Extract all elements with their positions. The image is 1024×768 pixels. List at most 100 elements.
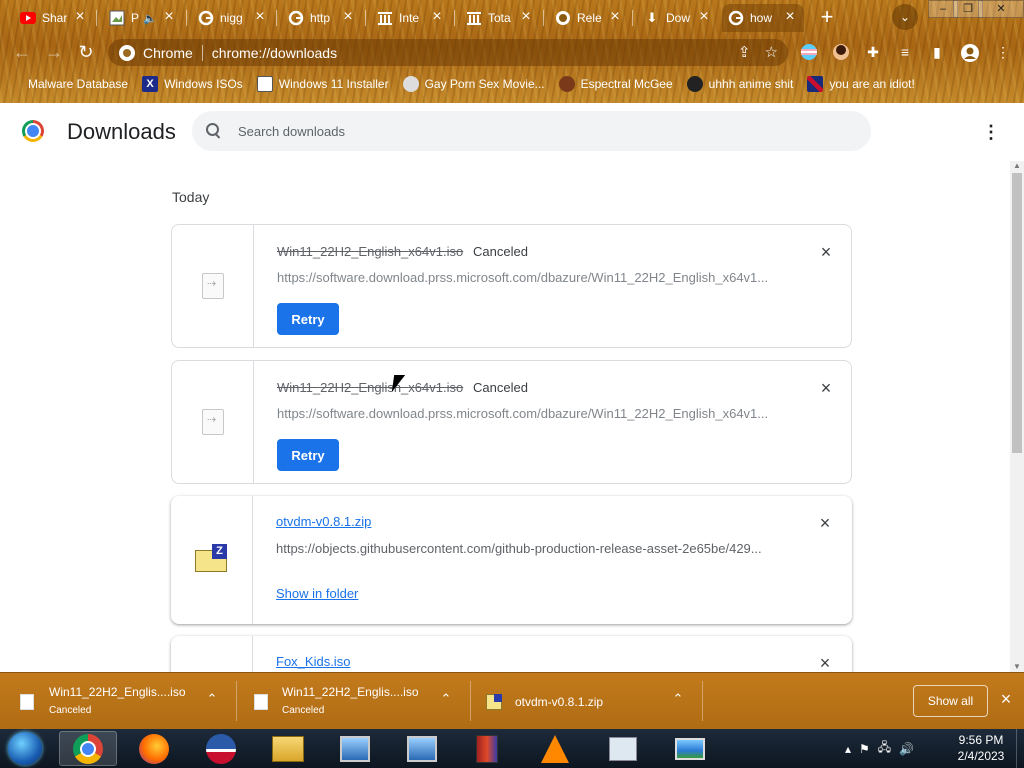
firefox-icon[interactable] bbox=[125, 731, 183, 766]
close-tab-icon[interactable]: × bbox=[72, 9, 88, 25]
remove-download-icon[interactable]: × bbox=[818, 379, 834, 397]
bookmark-espectral-mcgee[interactable]: Espectral McGee bbox=[558, 76, 673, 92]
scrollbar-thumb[interactable] bbox=[1012, 173, 1022, 453]
shelf-item[interactable]: Win11_22H2_Englis....iso Canceled ⌃ bbox=[20, 673, 230, 730]
remove-download-icon[interactable]: × bbox=[818, 243, 834, 261]
shelf-item[interactable]: Win11_22H2_Englis....iso Canceled ⌃ bbox=[254, 673, 464, 730]
close-tab-icon[interactable]: × bbox=[518, 9, 534, 25]
chevron-up-icon[interactable]: ⌃ bbox=[670, 691, 686, 707]
reload-icon[interactable]: ↻ bbox=[74, 40, 98, 64]
extensions-puzzle-icon[interactable]: ✚ bbox=[864, 43, 882, 61]
close-tab-icon[interactable]: × bbox=[607, 9, 623, 25]
side-panel-icon[interactable]: ▮ bbox=[928, 43, 946, 61]
scroll-up-arrow-icon[interactable]: ▲ bbox=[1010, 161, 1024, 171]
profile-avatar-icon[interactable] bbox=[960, 43, 979, 62]
bookmark-anime[interactable]: uhhh anime shit bbox=[686, 76, 793, 92]
tab-search-button[interactable]: ⌄ bbox=[892, 4, 918, 30]
bookmark-windows-11-installer[interactable]: Windows 11 Installer bbox=[256, 76, 389, 92]
tab-3[interactable]: nigg × bbox=[192, 4, 274, 32]
close-tab-icon[interactable]: × bbox=[161, 9, 177, 25]
scroll-down-arrow-icon[interactable]: ▼ bbox=[1010, 662, 1024, 672]
obama-icon[interactable] bbox=[192, 731, 250, 766]
tab-7[interactable]: Rele × bbox=[549, 4, 629, 32]
share-icon[interactable]: ⇪ bbox=[738, 43, 751, 61]
bookmark-malware-database[interactable]: Malware Database bbox=[16, 76, 128, 92]
show-hidden-icons-icon[interactable]: ▴ bbox=[845, 742, 851, 756]
network-computer-icon[interactable] bbox=[326, 731, 384, 766]
download-filename-link[interactable]: otvdm-v0.8.1.zip bbox=[276, 514, 371, 529]
back-arrow-icon[interactable]: ← bbox=[10, 40, 34, 64]
download-url[interactable]: https://objects.githubusercontent.com/gi… bbox=[276, 541, 776, 556]
shelf-item-name: otvdm-v0.8.1.zip bbox=[515, 695, 604, 709]
tab-5[interactable]: Inte × bbox=[371, 4, 451, 32]
network-computer-icon[interactable] bbox=[393, 731, 451, 766]
download-status: Canceled bbox=[473, 380, 528, 395]
download-filename[interactable]: Win11_22H2_English_x64v1.iso bbox=[277, 244, 463, 259]
retry-button[interactable]: Retry bbox=[277, 303, 339, 335]
more-actions-kebab-icon[interactable]: ⋮ bbox=[982, 120, 1000, 144]
close-tab-icon[interactable]: × bbox=[340, 9, 356, 25]
winrar-icon[interactable] bbox=[458, 731, 516, 766]
tab-1[interactable]: Shar × bbox=[14, 4, 94, 32]
start-button[interactable] bbox=[8, 732, 42, 765]
speaker-icon[interactable]: 🔈 bbox=[143, 12, 157, 25]
omnibox-divider bbox=[201, 44, 203, 61]
new-tab-button[interactable]: + bbox=[814, 5, 840, 31]
retry-button[interactable]: Retry bbox=[277, 439, 339, 471]
search-input[interactable] bbox=[238, 123, 838, 139]
chevron-up-icon[interactable]: ⌃ bbox=[438, 691, 454, 707]
scrollbar[interactable]: ▲ ▼ bbox=[1010, 161, 1024, 672]
close-tab-icon[interactable]: × bbox=[782, 9, 798, 25]
tab-4[interactable]: http × bbox=[282, 4, 362, 32]
taskbar-clock[interactable]: 9:56 PM 2/4/2023 bbox=[948, 732, 1014, 764]
bookmark-label: Espectral McGee bbox=[580, 77, 673, 91]
close-window-button[interactable]: ✕ bbox=[978, 0, 1024, 18]
show-all-button[interactable]: Show all bbox=[913, 685, 988, 717]
file-explorer-icon[interactable] bbox=[259, 731, 317, 766]
tab-title: Rele bbox=[577, 11, 602, 25]
network-icon[interactable]: 🖧 bbox=[878, 738, 891, 759]
task-manager-icon[interactable] bbox=[594, 731, 652, 766]
bookmark-windows-isos[interactable]: X Windows ISOs bbox=[142, 76, 243, 92]
extension-avatar-icon[interactable] bbox=[832, 43, 850, 61]
download-url[interactable]: https://software.download.prss.microsoft… bbox=[277, 406, 777, 421]
forward-arrow-icon[interactable]: → bbox=[42, 40, 66, 64]
shelf-item[interactable]: otvdm-v0.8.1.zip ⌃ bbox=[486, 673, 696, 730]
bookmark-you-are-an-idiot[interactable]: you are an idiot! bbox=[807, 76, 915, 92]
google-icon bbox=[288, 10, 304, 26]
action-center-flag-icon[interactable]: ⚑ bbox=[859, 742, 870, 756]
reading-list-icon[interactable]: ≡ bbox=[896, 43, 914, 61]
close-tab-icon[interactable]: × bbox=[696, 9, 712, 25]
close-shelf-icon[interactable]: × bbox=[998, 690, 1014, 708]
trans-flag-icon[interactable] bbox=[800, 43, 818, 61]
tab-6[interactable]: Tota × bbox=[460, 4, 540, 32]
remove-download-icon[interactable]: × bbox=[817, 654, 833, 672]
address-bar[interactable]: Chrome chrome://downloads ⇪ ☆ bbox=[108, 39, 788, 66]
search-downloads-box[interactable] bbox=[192, 111, 871, 151]
omnibox-actions: ⇪ ☆ bbox=[738, 43, 778, 61]
download-url[interactable]: https://software.download.prss.microsoft… bbox=[277, 270, 777, 285]
shelf-item-name: Win11_22H2_Englis....iso bbox=[49, 685, 186, 699]
vlc-cone-glyph bbox=[541, 734, 569, 763]
show-in-folder-link[interactable]: Show in folder bbox=[276, 586, 358, 601]
vlc-icon[interactable] bbox=[526, 731, 584, 766]
volume-icon[interactable]: 🔊 bbox=[899, 742, 914, 756]
remove-download-icon[interactable]: × bbox=[817, 514, 833, 532]
tab-title: how bbox=[750, 11, 773, 25]
chrome-icon[interactable] bbox=[59, 731, 117, 766]
tab-8[interactable]: ⬇ Dow × bbox=[638, 4, 718, 32]
bookmark-movie-site[interactable]: Gay Porn Sex Movie... bbox=[402, 76, 545, 92]
download-filename-link[interactable]: Fox_Kids.iso bbox=[276, 654, 350, 669]
show-desktop-button[interactable] bbox=[1016, 729, 1024, 768]
download-filename[interactable]: Win11_22H2_English_x64v1.iso bbox=[277, 380, 463, 395]
chevron-up-icon[interactable]: ⌃ bbox=[204, 691, 220, 707]
chrome-menu-kebab-icon[interactable]: ⋮ bbox=[994, 43, 1012, 61]
tab-2[interactable]: P 🔈 × bbox=[103, 4, 183, 32]
close-tab-icon[interactable]: × bbox=[252, 9, 268, 25]
tab-divider bbox=[543, 10, 544, 26]
bookmark-star-icon[interactable]: ☆ bbox=[765, 43, 778, 61]
clock-time: 9:56 PM bbox=[958, 733, 1004, 747]
close-tab-icon[interactable]: × bbox=[429, 9, 445, 25]
tab-9-active[interactable]: how × bbox=[722, 4, 804, 32]
photo-viewer-icon[interactable] bbox=[661, 731, 719, 766]
